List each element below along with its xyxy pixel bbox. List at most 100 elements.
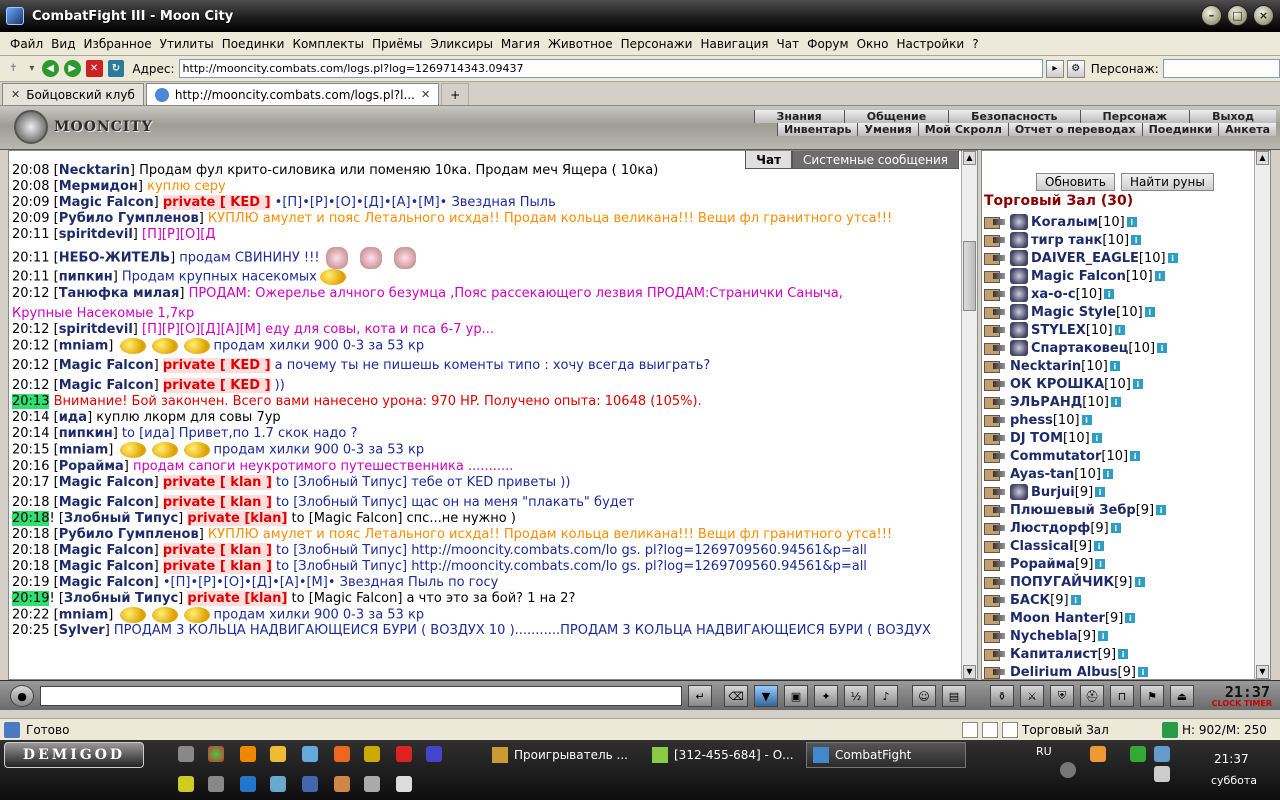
send-icon[interactable]: ↵ [688, 685, 712, 707]
task-player[interactable]: Проигрыватель ... [486, 742, 634, 768]
user-row[interactable]: Когалым [10] i [982, 213, 1254, 231]
flag-icon[interactable]: ⚑ [1140, 685, 1164, 707]
message-nick[interactable]: Рорайма [59, 459, 124, 474]
user-name[interactable]: тигр танк [1031, 233, 1102, 248]
message-time[interactable]: 20:09 [12, 211, 49, 226]
nav-link[interactable]: Персонаж [1079, 110, 1190, 123]
tool-icon[interactable] [334, 776, 350, 792]
private-message-icon[interactable] [984, 665, 1006, 679]
info-icon[interactable]: i [1137, 667, 1148, 677]
app-r-icon[interactable] [396, 746, 412, 762]
calc-icon[interactable] [364, 776, 380, 792]
nav-link[interactable]: Общение [843, 110, 949, 123]
message-nick[interactable]: Sylver [59, 623, 105, 638]
chat-input[interactable] [40, 686, 682, 706]
private-message-icon[interactable] [984, 251, 1006, 265]
user-name[interactable]: Люстдорф [1010, 521, 1090, 536]
menu-item[interactable]: ? [968, 37, 982, 51]
message-nick[interactable]: Magic Falcon [59, 543, 154, 558]
user-name[interactable]: DJ TOM [1010, 431, 1063, 446]
user-row[interactable]: Люстдорф [9] i [982, 519, 1254, 537]
info-icon[interactable]: i [1118, 649, 1129, 659]
back-button[interactable]: ◀ [41, 60, 59, 77]
menu-item[interactable]: Приёмы [368, 37, 426, 51]
menu-item[interactable]: Файл [6, 37, 47, 51]
user-row[interactable]: Magic Falcon [10] i [982, 267, 1254, 285]
scroll-down-icon[interactable]: ▼ [1256, 665, 1269, 679]
message-time[interactable]: 20:11 [12, 251, 49, 266]
message-nick[interactable]: Magic Falcon [59, 475, 154, 490]
image-icon[interactable] [302, 746, 318, 762]
message-nick[interactable]: mniam [59, 607, 109, 622]
menu-item[interactable]: Вид [47, 37, 79, 51]
user-name[interactable]: ОК КРОШКА [1010, 377, 1104, 392]
user-row[interactable]: Necktarin [10] i [982, 357, 1254, 375]
info-icon[interactable]: i [1130, 451, 1141, 461]
private-message-icon[interactable] [984, 629, 1006, 643]
message-nick[interactable]: Злобный Типус [64, 591, 178, 606]
private-message-icon[interactable] [984, 413, 1006, 427]
scroll-thumb[interactable] [963, 241, 976, 311]
message-time[interactable]: 20:12 [12, 378, 49, 393]
tray-icon[interactable] [1130, 746, 1146, 762]
message-time[interactable]: 20:12 [12, 358, 49, 373]
private-message-icon[interactable] [984, 521, 1006, 535]
address-input[interactable] [178, 59, 1043, 78]
message-nick[interactable]: Magic Falcon [59, 358, 154, 373]
info-icon[interactable]: i [1125, 613, 1136, 623]
fight-icon[interactable]: ✦ [814, 685, 838, 707]
message-time[interactable]: 20:09 [12, 195, 49, 210]
user-name[interactable]: Плюшевый Зебр [1010, 503, 1136, 518]
tab-chat[interactable]: Чат [745, 151, 793, 169]
user-row[interactable]: ЭЛЬРАНД [10] i [982, 393, 1254, 411]
menu-item[interactable]: Навигация [696, 37, 772, 51]
user-row[interactable]: Рорайма [9] i [982, 555, 1254, 573]
pen-icon[interactable] [178, 776, 194, 792]
info-icon[interactable]: i [1110, 397, 1121, 407]
close-tab-icon[interactable]: ✕ [421, 88, 430, 101]
cmd-icon[interactable] [396, 776, 412, 792]
private-message-icon[interactable] [984, 485, 1006, 499]
message-nick[interactable]: spiritdevil [59, 227, 133, 242]
private-tag[interactable]: private [klan] [187, 590, 288, 606]
pin-icon[interactable]: ✝ [5, 60, 22, 77]
user-name[interactable]: ПОПУГАЙЧИК [1010, 575, 1114, 590]
message-nick[interactable]: Злобный Типус [64, 511, 178, 526]
user-row[interactable]: DJ TOM [10] i [982, 429, 1254, 447]
bug-icon[interactable] [364, 746, 380, 762]
user-name[interactable]: Спартаковец [1031, 341, 1128, 356]
user-row[interactable]: Спартаковец [10] i [982, 339, 1254, 357]
user-row[interactable]: ОК КРОШКА [10] i [982, 375, 1254, 393]
message-nick[interactable]: Magic Falcon [59, 195, 154, 210]
volume-icon[interactable] [1154, 766, 1170, 782]
task-icq[interactable]: [312-455-684] - О... [646, 742, 800, 768]
maximize-button[interactable]: □ [1227, 5, 1248, 26]
message-time[interactable]: 20:22 [12, 607, 49, 622]
info-icon[interactable]: i [1157, 343, 1168, 353]
menu-item[interactable]: Эликсиры [426, 37, 497, 51]
doc-status-icon[interactable] [982, 721, 998, 738]
list-status-icon[interactable] [1002, 721, 1018, 738]
user-name[interactable]: Commutator [1010, 449, 1101, 464]
message-nick[interactable]: Magic Falcon [59, 575, 154, 590]
refresh-room-button[interactable]: Обновить [1036, 173, 1115, 191]
private-message-icon[interactable] [984, 449, 1006, 463]
nav-link[interactable]: Мой Скролл [917, 123, 1008, 136]
private-message-icon[interactable] [984, 593, 1006, 607]
message-time[interactable]: 20:18 [12, 510, 50, 526]
user-name[interactable]: ЭЛЬРАНД [1010, 395, 1082, 410]
info-icon[interactable]: i [1156, 505, 1167, 515]
start-button[interactable]: DEMIGOD [4, 742, 144, 768]
message-time[interactable]: 20:18 [12, 543, 49, 558]
monitor-icon[interactable] [302, 776, 318, 792]
user-row[interactable]: Nychebla [9] i [982, 627, 1254, 645]
message-time[interactable]: 20:11 [12, 270, 49, 285]
lock-icon[interactable]: ⊓ [1110, 685, 1134, 707]
message-time[interactable]: 20:12 [12, 338, 49, 353]
filter-icon[interactable]: ▼ [754, 685, 778, 707]
message-time[interactable]: 20:12 [12, 322, 49, 337]
chrome-icon[interactable] [208, 746, 224, 762]
private-message-icon[interactable] [984, 557, 1006, 571]
nav-link[interactable]: Знания [753, 110, 844, 123]
private-message-icon[interactable] [984, 539, 1006, 553]
